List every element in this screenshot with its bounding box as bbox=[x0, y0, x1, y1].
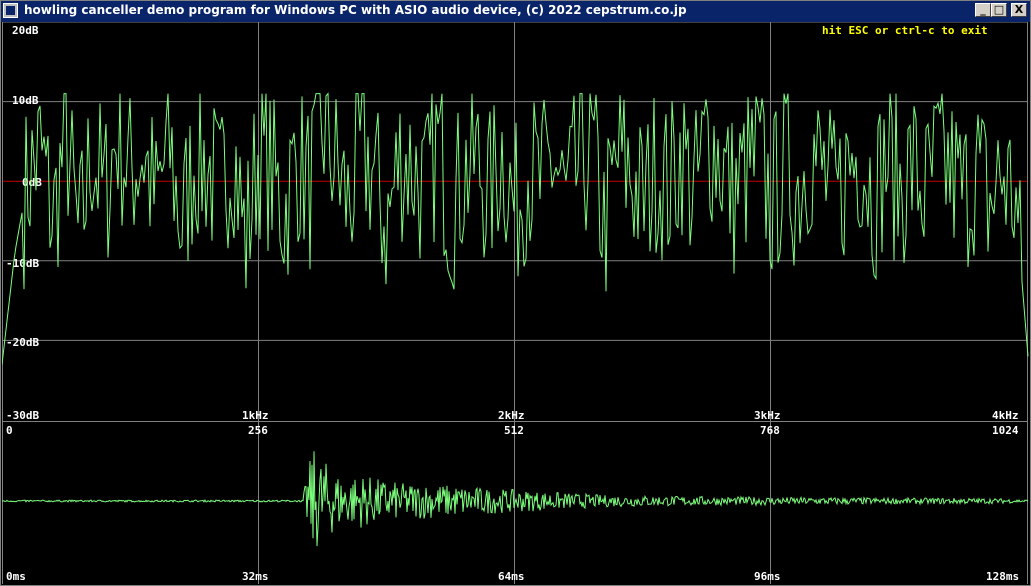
exit-hint: hit ESC or ctrl-c to exit bbox=[822, 24, 988, 37]
time-tick-label: 128ms bbox=[986, 570, 1019, 583]
x-tick-label: 1kHz bbox=[242, 409, 269, 422]
y-tick-label: 10dB bbox=[12, 94, 39, 107]
plot-svg: 20dB 10dB 0dB -10dB -20dB -30dB 1kHz 2kH… bbox=[2, 22, 1029, 584]
app-icon[interactable] bbox=[3, 3, 18, 18]
time-tick-label: 96ms bbox=[754, 570, 781, 583]
time-tick-label: 0ms bbox=[6, 570, 26, 583]
y-tick-label: -30dB bbox=[6, 409, 39, 422]
time-tick-label: 32ms bbox=[242, 570, 269, 583]
sample-tick-label: 768 bbox=[760, 424, 780, 437]
spectrum-axis-labels: 20dB 10dB 0dB -10dB -20dB -30dB 1kHz 2kH… bbox=[6, 24, 1019, 422]
sample-tick-label: 512 bbox=[504, 424, 524, 437]
x-tick-label: 3kHz bbox=[754, 409, 781, 422]
sample-tick-label: 1024 bbox=[992, 424, 1019, 437]
impulse-axis-labels: 0 256 512 768 1024 0ms 32ms 64ms 96ms 12… bbox=[6, 424, 1019, 583]
x-tick-label: 4kHz bbox=[992, 409, 1019, 422]
window-title: howling canceller demo program for Windo… bbox=[24, 3, 687, 17]
time-tick-label: 64ms bbox=[498, 570, 525, 583]
sample-tick-label: 0 bbox=[6, 424, 13, 437]
plot-area: 20dB 10dB 0dB -10dB -20dB -30dB 1kHz 2kH… bbox=[2, 22, 1029, 584]
maximize-button[interactable]: □ bbox=[991, 3, 1007, 17]
y-tick-label: 20dB bbox=[12, 24, 39, 37]
sample-tick-label: 256 bbox=[248, 424, 268, 437]
x-tick-label: 2kHz bbox=[498, 409, 525, 422]
minimize-button[interactable]: _ bbox=[975, 3, 991, 17]
title-bar: howling canceller demo program for Windo… bbox=[0, 0, 1031, 22]
close-button[interactable]: X bbox=[1011, 3, 1027, 17]
y-tick-label: -20dB bbox=[6, 336, 39, 349]
